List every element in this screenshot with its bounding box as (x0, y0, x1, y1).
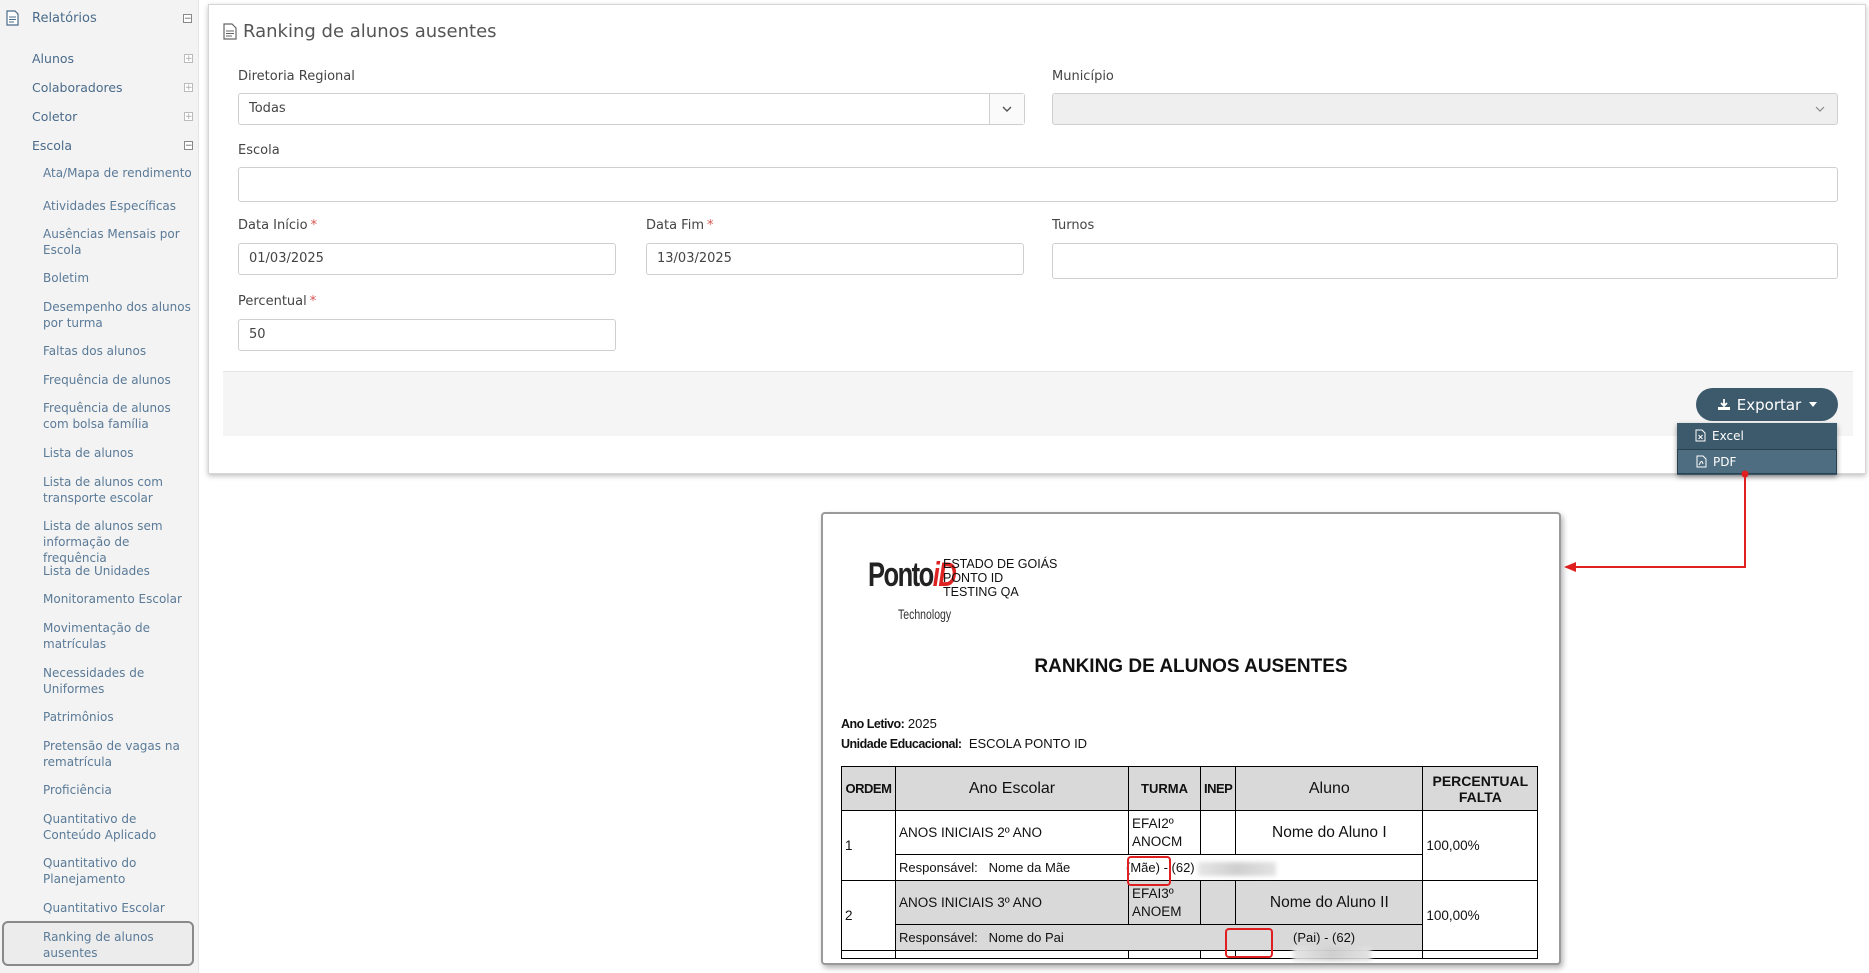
table-row: 2 ANOS INICIAIS 3º ANO EFAI3º ANOEM Nome… (841, 880, 1539, 951)
sidebar-section-label: Relatórios (32, 11, 97, 26)
expand-icon[interactable]: + (184, 54, 193, 64)
data-inicio-field[interactable]: 01/03/2025 (238, 243, 616, 275)
sidebar-subitem[interactable]: Proficiência (43, 782, 193, 798)
document-icon (223, 23, 237, 40)
escola-label: Escola (238, 143, 280, 158)
ano-letivo: Ano Letivo: 2025 (841, 716, 937, 731)
column-header: PERCENTUAL FALTA (1422, 766, 1539, 811)
turnos-label: Turnos (1052, 218, 1095, 233)
sidebar-subitem[interactable]: Monitoramento Escolar (43, 591, 193, 607)
sidebar-subitem[interactable]: Atividades Específicas (43, 198, 193, 214)
sidebar-subitem[interactable]: Boletim (43, 270, 193, 286)
column-header: TURMA (1128, 766, 1201, 811)
sidebar-subitem[interactable]: Quantitativo do Planejamento (43, 855, 193, 887)
sidebar-subitem[interactable]: Lista de Unidades (43, 563, 193, 579)
sidebar-subitem[interactable]: Ata/Mapa de rendimento (43, 165, 193, 181)
diretoria-value: Todas (249, 101, 286, 116)
sidebar-subitem[interactable]: Ausências Mensais por Escola (43, 226, 193, 258)
export-button-label: Exportar (1736, 395, 1802, 414)
sidebar-subitem[interactable]: Lista de alunos sem informação de frequê… (43, 518, 193, 566)
sidebar: Relatórios − Alunos + Colaboradores + Co… (0, 0, 199, 973)
highlight-box-mae (1127, 856, 1171, 886)
sidebar-subitem[interactable]: Frequência de alunos (43, 372, 193, 388)
chevron-down-icon[interactable] (1815, 106, 1825, 112)
sidebar-item-alunos[interactable]: Alunos (32, 51, 74, 66)
column-header: Ano Escolar (895, 766, 1129, 811)
data-fim-field[interactable]: 13/03/2025 (646, 243, 1024, 275)
sidebar-subitem[interactable]: Movimentação de matrículas (43, 620, 193, 652)
table-row: 1 ANOS INICIAIS 2º ANO EFAI2º ANOCM Nome… (841, 810, 1539, 881)
collapse-icon[interactable]: − (183, 14, 192, 24)
data-fim-value: 13/03/2025 (657, 251, 732, 266)
data-inicio-value: 01/03/2025 (249, 251, 324, 266)
municipio-label: Município (1052, 69, 1114, 84)
excel-file-icon (1695, 429, 1706, 442)
sidebar-subitem[interactable]: Frequência de alunos com bolsa família (43, 400, 193, 432)
data-inicio-label: Data Início * (238, 218, 318, 233)
column-header: Aluno (1235, 766, 1424, 811)
export-option-label: PDF (1713, 454, 1737, 469)
diretoria-select[interactable]: Todas (238, 93, 1025, 125)
expand-icon[interactable]: + (184, 83, 193, 93)
sidebar-subitem[interactable]: Quantitativo de Conteúdo Aplicado (43, 811, 193, 843)
escola-field[interactable] (238, 167, 1838, 202)
report-form-panel: Ranking de alunos ausentes Diretoria Reg… (208, 4, 1866, 475)
pdf-preview: PontoiD Technology ESTADO DE GOIÁS PONTO… (821, 512, 1561, 965)
export-button[interactable]: Exportar (1696, 388, 1838, 421)
municipio-select[interactable] (1052, 93, 1838, 125)
sidebar-item-coletor[interactable]: Coletor (32, 109, 77, 124)
sidebar-item-colaboradores[interactable]: Colaboradores (32, 80, 123, 95)
page-title-text: Ranking de alunos ausentes (243, 21, 497, 42)
percentual-value: 50 (249, 327, 266, 342)
sidebar-subitem[interactable]: Necessidades de Uniformes (43, 665, 193, 697)
chevron-down-icon[interactable] (989, 94, 1024, 124)
data-fim-label: Data Fim * (646, 218, 714, 233)
sidebar-section-relatorios[interactable]: Relatórios − (0, 0, 198, 38)
collapse-icon[interactable]: − (184, 141, 193, 151)
form-footer (223, 371, 1853, 436)
diretoria-label: Diretoria Regional (238, 69, 355, 84)
report-title: RANKING DE ALUNOS AUSENTES (1034, 656, 1348, 677)
sidebar-item-escola[interactable]: Escola (32, 138, 72, 153)
export-option-label: Excel (1712, 428, 1744, 443)
organization-info: ESTADO DE GOIÁS PONTO ID TESTING QA (943, 557, 1058, 599)
sidebar-subitem[interactable]: Desempenho dos alunos por turma (43, 299, 193, 331)
export-menu: Excel PDF (1677, 423, 1837, 475)
unidade-educacional: Unidade Educacional: ESCOLA PONTO ID (841, 736, 1088, 751)
turnos-field[interactable] (1052, 243, 1838, 279)
sidebar-subitem-active[interactable]: Ranking de alunos ausentes (43, 929, 193, 961)
column-header: ORDEM (841, 766, 896, 811)
sidebar-subitem[interactable]: Lista de alunos com transporte escolar (43, 474, 193, 506)
sidebar-subitem[interactable]: Pretensão de vagas na rematrícula (43, 738, 193, 770)
highlight-box-pai (1225, 928, 1273, 958)
expand-icon[interactable]: + (184, 112, 193, 122)
download-icon (1717, 399, 1730, 410)
percentual-label: Percentual * (238, 294, 317, 309)
ranking-table: ORDEM Ano Escolar TURMA INEP Aluno PERCE… (841, 766, 1539, 961)
sidebar-subitem[interactable]: Lista de alunos (43, 445, 193, 461)
sidebar-subitem[interactable]: Faltas dos alunos (43, 343, 193, 359)
sidebar-subitem[interactable]: Quantitativo Escolar (43, 900, 193, 916)
percentual-field[interactable]: 50 (238, 319, 616, 351)
sidebar-subitem[interactable]: Patrimônios (43, 709, 193, 725)
export-option-pdf[interactable]: PDF (1677, 449, 1837, 474)
caret-down-icon (1809, 402, 1818, 407)
column-header: INEP (1199, 766, 1237, 811)
document-icon (6, 10, 19, 26)
page-title: Ranking de alunos ausentes (223, 21, 497, 42)
pdf-file-icon (1696, 455, 1707, 468)
export-option-excel[interactable]: Excel (1677, 423, 1837, 448)
